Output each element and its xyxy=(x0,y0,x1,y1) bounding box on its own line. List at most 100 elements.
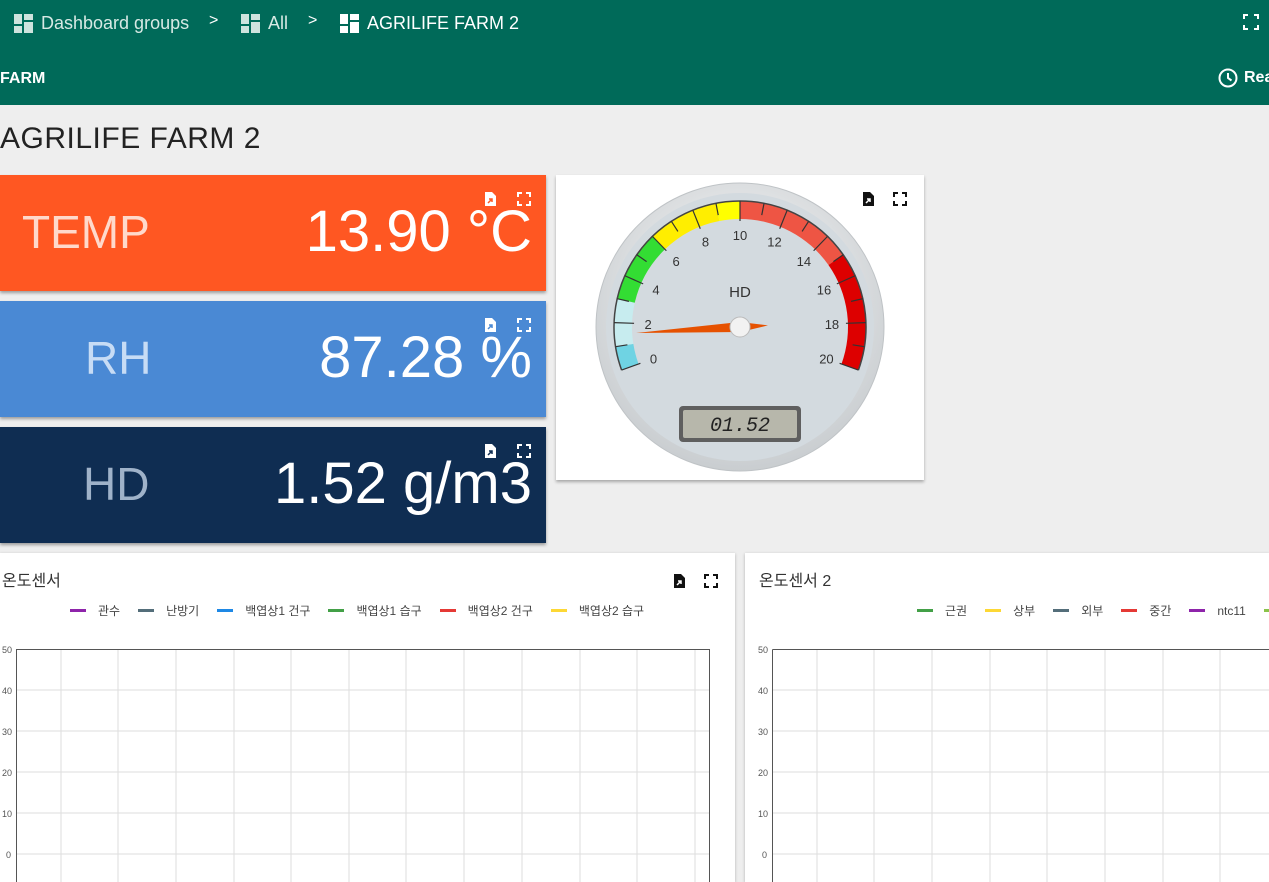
legend-label: 백엽상2 습구 xyxy=(578,604,645,618)
y-tick-label: 30 xyxy=(2,727,12,737)
card-tools xyxy=(482,317,532,333)
export-icon[interactable] xyxy=(482,191,498,207)
legend-label: 난방기 xyxy=(166,604,200,618)
fullscreen-icon[interactable] xyxy=(1243,14,1259,30)
chart-title: 온도센서 2 xyxy=(759,573,832,590)
legend-swatch xyxy=(917,609,933,612)
legend-item[interactable]: ntc11 xyxy=(1189,602,1246,619)
legend-label: 백엽상2 건구 xyxy=(467,604,533,618)
legend-item[interactable]: 백엽상1 습구 xyxy=(328,602,422,619)
y-tick-label: 10 xyxy=(758,809,768,819)
dashboard-subtitle: FARM xyxy=(0,70,46,87)
page-title: AGRILIFE FARM 2 xyxy=(0,122,261,155)
fullscreen-icon[interactable] xyxy=(703,573,719,589)
dashboard-icon xyxy=(340,13,359,33)
legend-swatch xyxy=(550,609,567,612)
export-icon[interactable] xyxy=(482,317,498,333)
gauge-title: HD xyxy=(729,284,751,301)
legend-swatch xyxy=(1263,609,1269,612)
chart-plot: 50 40 30 20 10 0 xyxy=(758,645,1269,882)
legend-label: 백엽상1 습구 xyxy=(356,604,422,618)
legend-item[interactable]: 난방기 xyxy=(138,602,199,619)
legend-swatch xyxy=(985,609,1002,612)
top-bar: Dashboard groups > All > AGRILIFE FARM 2 xyxy=(0,0,1269,50)
gauge-tick-label: 0 xyxy=(650,351,657,366)
realtime-label: Rea xyxy=(1244,69,1269,86)
rh-card: RH 87.28 % xyxy=(0,301,546,417)
fullscreen-icon[interactable] xyxy=(516,317,532,333)
gauge-tick-label: 12 xyxy=(767,235,781,250)
y-tick-label: 40 xyxy=(2,686,12,696)
legend-item[interactable]: 백엽상1 건구 xyxy=(217,602,310,619)
realtime-button[interactable]: Rea xyxy=(1218,68,1269,88)
y-tick-label: 50 xyxy=(2,645,12,655)
legend-item[interactable] xyxy=(1263,602,1269,619)
breadcrumb-separator: > xyxy=(308,12,318,29)
legend-label: 백엽상1 건구 xyxy=(245,604,311,618)
gauge-tick-label: 4 xyxy=(652,283,659,298)
legend-swatch xyxy=(1053,609,1070,612)
gauge-zone xyxy=(715,201,740,221)
hd-gauge: 0 2 46 8 10 12 14 16 18 20 HD 01.52 xyxy=(595,182,885,472)
y-tick-label: 30 xyxy=(758,727,768,737)
legend-label: 외부 xyxy=(1081,604,1104,618)
gauge-tick-label: 16 xyxy=(817,283,831,298)
fullscreen-icon[interactable] xyxy=(516,191,532,207)
legend-item[interactable]: 외부 xyxy=(1053,602,1103,619)
gauge-tick-label: 8 xyxy=(702,235,709,250)
gauge-hub xyxy=(729,316,751,338)
gauge-display-value: 01.52 xyxy=(710,415,770,438)
temp-card: TEMP 13.90 °C xyxy=(0,175,546,291)
legend-swatch xyxy=(1121,609,1138,612)
legend-item[interactable]: 중간 xyxy=(1121,602,1171,619)
gauge-tick-label: 2 xyxy=(644,317,651,332)
y-tick-label: 40 xyxy=(758,686,768,696)
chart-legend: 근권 상부 외부 중간 ntc11 xyxy=(917,602,1269,619)
gauge-tick-label: 18 xyxy=(825,317,839,332)
legend-label: 관수 xyxy=(98,604,121,618)
legend-swatch xyxy=(328,609,345,612)
legend-item[interactable]: 관수 xyxy=(70,602,120,619)
legend-label: 중간 xyxy=(1149,604,1172,618)
breadcrumb-label: AGRILIFE FARM 2 xyxy=(367,12,520,33)
chart-title: 온도센서 xyxy=(2,573,61,590)
fullscreen-icon[interactable] xyxy=(516,443,532,459)
breadcrumb-label: Dashboard groups xyxy=(41,12,190,33)
legend-item[interactable]: 상부 xyxy=(985,602,1035,619)
temp-value: 13.90 °C xyxy=(305,199,532,264)
card-tools xyxy=(671,573,719,589)
hd-card: HD 1.52 g/m3 xyxy=(0,427,546,543)
card-tools xyxy=(482,191,532,207)
rh-label: RH xyxy=(85,332,152,384)
temp-label: TEMP xyxy=(22,206,150,258)
card-tools xyxy=(482,443,532,459)
clock-icon xyxy=(1218,68,1238,88)
breadcrumb-item-all[interactable]: All xyxy=(241,0,288,46)
legend-item[interactable]: 백엽상2 건구 xyxy=(439,602,533,619)
legend-swatch xyxy=(217,609,234,612)
y-tick-label: 0 xyxy=(762,850,767,860)
breadcrumb-item-dashboard-groups[interactable]: Dashboard groups xyxy=(14,0,189,46)
legend-label: ntc11 xyxy=(1217,603,1246,618)
legend-label: 상부 xyxy=(1013,604,1036,618)
grid-lines xyxy=(17,649,709,882)
gauge-tick-label: 10 xyxy=(733,228,747,243)
grid-lines xyxy=(773,649,1269,882)
y-tick-label: 50 xyxy=(758,645,768,655)
y-tick-label: 20 xyxy=(758,768,768,778)
legend-swatch xyxy=(439,609,456,612)
legend-item[interactable]: 근권 xyxy=(917,602,967,619)
gauge-tick-label: 20 xyxy=(819,351,833,366)
gauge-card: 0 2 4 6 8 10 12 14 16 18 20 HD 01.52 xyxy=(556,175,924,480)
legend-swatch xyxy=(1189,609,1206,612)
plot-frame xyxy=(16,649,710,882)
legend-label: 근권 xyxy=(945,604,968,618)
y-tick-label: 0 xyxy=(6,850,11,860)
legend-item[interactable]: 백엽상2 습구 xyxy=(550,602,645,619)
y-tick-label: 20 xyxy=(2,768,12,778)
gauge-tick-label: 6 xyxy=(672,254,679,269)
breadcrumb-item-current: AGRILIFE FARM 2 xyxy=(340,0,519,46)
gauge-tick-label: 14 xyxy=(797,254,811,269)
export-icon[interactable] xyxy=(482,443,498,459)
export-icon[interactable] xyxy=(671,573,687,589)
